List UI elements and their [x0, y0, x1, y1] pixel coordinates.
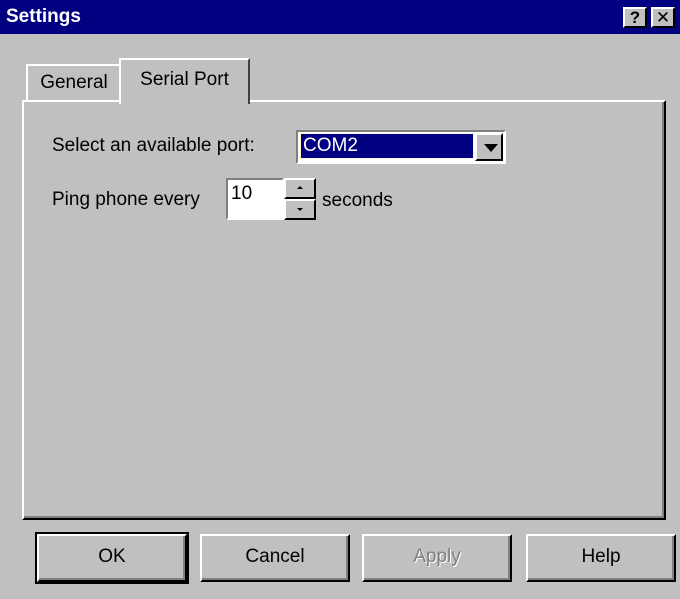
- port-dropdown-button[interactable]: [475, 133, 503, 161]
- settings-dialog: Settings ? ✕ General Serial Port Select …: [0, 0, 680, 599]
- tab-serial-port-label: Serial Port: [140, 69, 229, 90]
- spin-down-button[interactable]: [284, 199, 316, 220]
- spin-up-button[interactable]: [284, 178, 316, 199]
- tab-general[interactable]: General: [26, 64, 122, 100]
- arrow-down-icon: [297, 208, 303, 211]
- chevron-down-icon: [484, 144, 498, 152]
- tab-serial-port[interactable]: Serial Port: [119, 58, 250, 104]
- port-select[interactable]: COM2: [296, 130, 506, 164]
- seconds-label: seconds: [322, 190, 393, 211]
- port-label: Select an available port:: [52, 135, 255, 156]
- ok-button[interactable]: OK: [35, 532, 189, 584]
- cancel-button[interactable]: Cancel: [200, 534, 350, 582]
- title-bar[interactable]: Settings ? ✕: [0, 0, 680, 34]
- question-icon: ?: [629, 8, 641, 27]
- ping-label: Ping phone every: [52, 189, 200, 210]
- window-title: Settings: [6, 6, 81, 27]
- arrow-up-icon: [297, 186, 303, 189]
- close-button[interactable]: ✕: [651, 7, 675, 28]
- ping-interval-input[interactable]: 10: [226, 178, 284, 220]
- tab-general-label: General: [40, 72, 108, 93]
- close-icon: ✕: [655, 8, 671, 27]
- help-button[interactable]: Help: [526, 534, 676, 582]
- apply-button[interactable]: Apply: [362, 534, 512, 582]
- port-select-value: COM2: [300, 133, 474, 159]
- help-caption-button[interactable]: ?: [623, 7, 647, 28]
